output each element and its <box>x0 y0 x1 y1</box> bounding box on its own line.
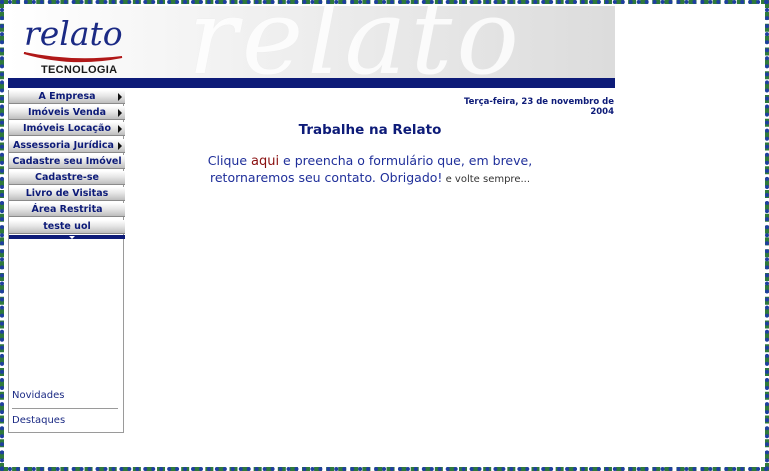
menu-arrow-icon <box>118 93 122 101</box>
menu-arrow-icon <box>118 125 122 134</box>
menu-item-imoveis-venda[interactable]: Imóveis Venda <box>9 106 125 121</box>
menu-item-area-restrita[interactable]: Área Restrita <box>9 203 125 218</box>
menu-item-teste-uol[interactable]: teste uol <box>9 219 125 234</box>
page-title: Trabalhe na Relato <box>298 122 442 138</box>
logo[interactable]: relato <box>24 14 123 53</box>
menu-item-cadastre-seu-imovel[interactable]: Cadastre seu Imóvel <box>9 154 125 169</box>
destaques-link[interactable]: Destaques <box>12 415 65 426</box>
aqui-link[interactable]: aqui <box>251 154 279 169</box>
sidebar-divider <box>12 408 118 409</box>
menu-item-assessoria-juridica[interactable]: Assessoria Jurídica <box>9 138 125 153</box>
sidebar: A Empresa Imóveis Venda Imóveis Locação … <box>8 90 125 433</box>
novidades-link[interactable]: Novidades <box>12 390 64 401</box>
header-watermark: relato <box>188 6 523 88</box>
side-menu: A Empresa Imóveis Venda Imóveis Locação … <box>9 90 125 239</box>
menu-arrow-icon <box>118 141 122 150</box>
menu-item-imoveis-locacao[interactable]: Imóveis Locação <box>9 122 125 137</box>
header-bar <box>8 78 615 88</box>
logo-subtitle: TECNOLOGIA <box>41 64 118 76</box>
menu-arrow-icon <box>118 109 122 118</box>
body-text: Clique aqui e preencha o formulário que,… <box>207 153 533 185</box>
menu-item-cadastre-se[interactable]: Cadastre-se <box>9 170 125 185</box>
logo-swoosh-icon <box>23 52 123 63</box>
site-header: relato relato TECNOLOGIA <box>8 6 615 88</box>
current-date: Terça-feira, 23 de novembro de 2004 <box>464 97 614 117</box>
menu-item-a-empresa[interactable]: A Empresa <box>9 90 125 104</box>
menu-item-livro-de-visitas[interactable]: Livro de Visitas <box>9 187 125 202</box>
menu-end-bar <box>9 234 125 239</box>
